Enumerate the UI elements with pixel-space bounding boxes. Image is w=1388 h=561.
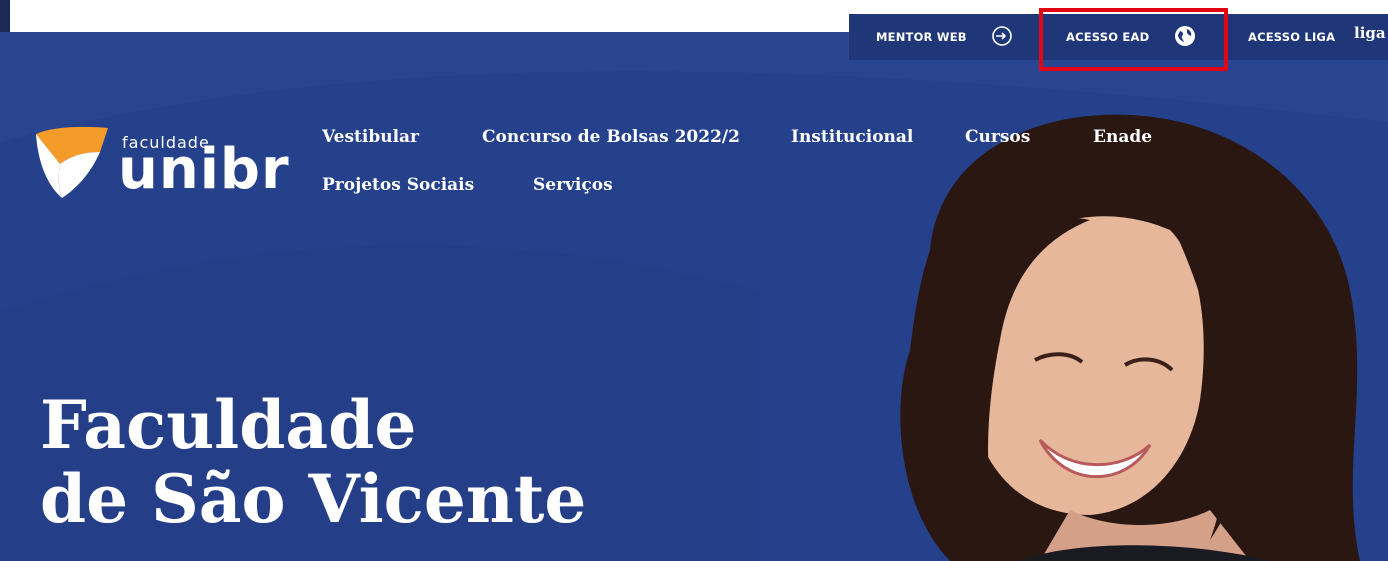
nav-enade[interactable]: Enade [1093,127,1152,147]
nav-servicos[interactable]: Serviços [533,175,613,195]
hero-headline-line2: de São Vicente [40,460,587,538]
hero-headline-line1: Faculdade [40,386,417,464]
liga-logo[interactable]: liga [1354,24,1386,42]
nav-projetos-sociais[interactable]: Projetos Sociais [322,175,474,195]
acesso-liga-link[interactable]: ACESSO LIGA [1248,14,1335,60]
student-photo [900,114,1360,561]
nav-institucional[interactable]: Institucional [791,127,913,147]
mentor-web-link[interactable]: MENTOR WEB [876,14,967,60]
unibr-logo-mark[interactable] [34,126,110,200]
nav-concurso-de-bolsas[interactable]: Concurso de Bolsas 2022/2 [482,127,740,147]
logo-unibr-text[interactable]: unibr [118,140,290,200]
login-arrow-icon[interactable] [991,25,1013,47]
nav-cursos[interactable]: Cursos [965,127,1030,147]
nav-vestibular[interactable]: Vestibular [322,127,419,147]
hero-headline: Faculdade de São Vicente [40,388,586,536]
acesso-ead-highlight-box [1039,8,1228,71]
